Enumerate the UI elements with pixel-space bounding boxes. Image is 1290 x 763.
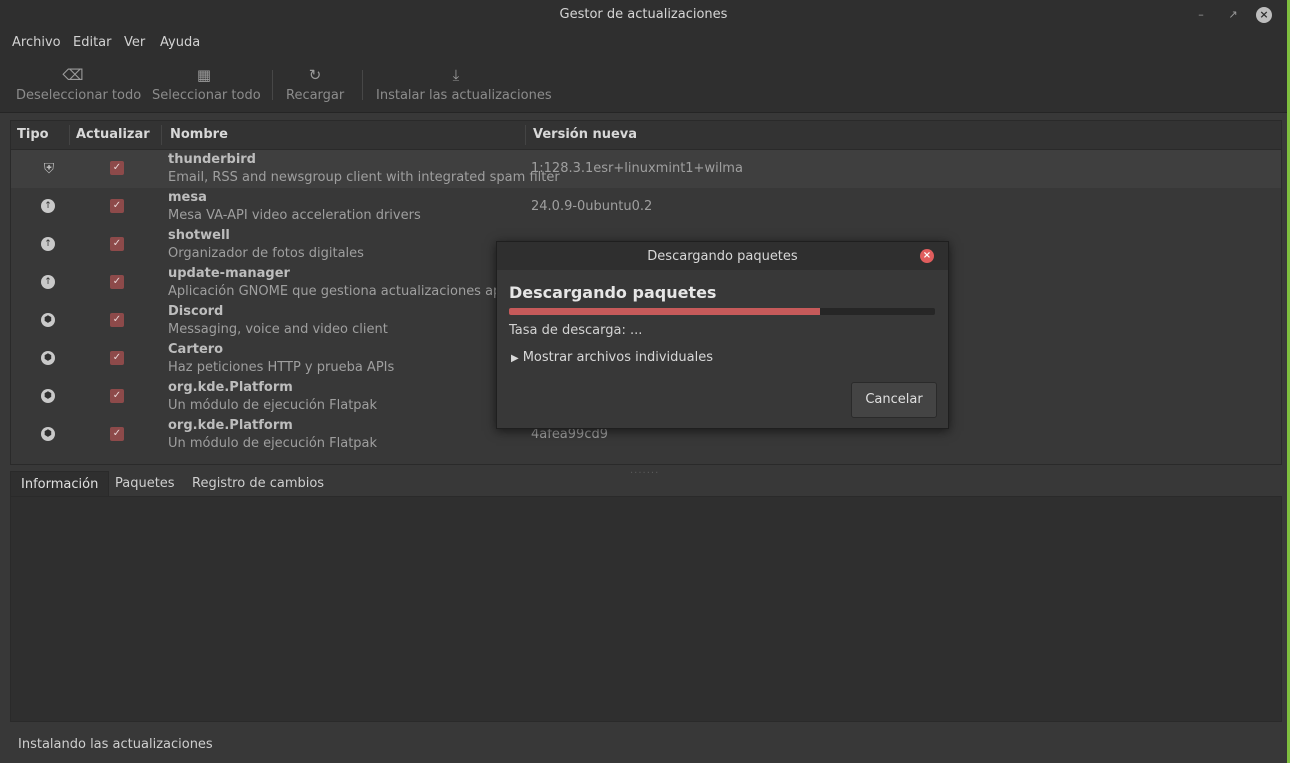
arrow-up-icon: ↑ xyxy=(41,275,55,289)
package-version: 4afea99cd9 xyxy=(531,427,608,442)
column-tipo[interactable]: Tipo xyxy=(17,127,49,142)
update-checkbox[interactable]: ✓ xyxy=(110,313,124,327)
column-divider xyxy=(525,125,526,145)
table-header: Tipo Actualizar Nombre Versión nueva xyxy=(11,121,1281,150)
tab-paquetes[interactable]: Paquetes xyxy=(105,471,185,496)
expander-label: Mostrar archivos individuales xyxy=(522,350,713,365)
show-files-expander[interactable]: ▶ Mostrar archivos individuales xyxy=(511,350,713,365)
update-checkbox[interactable]: ✓ xyxy=(110,199,124,213)
dialog-title-bar: Descargando paquetes × xyxy=(497,242,948,270)
column-nombre[interactable]: Nombre xyxy=(170,127,228,142)
package-name: Discord xyxy=(168,304,224,319)
title-bar: Gestor de actualizaciones – ↗ × xyxy=(0,0,1287,30)
update-checkbox[interactable]: ✓ xyxy=(110,161,124,175)
dialog-heading: Descargando paquetes xyxy=(509,283,717,302)
package-description: Aplicación GNOME que gestiona actualizac… xyxy=(168,284,507,299)
package-description: Organizador de fotos digitales xyxy=(168,246,364,261)
window-title: Gestor de actualizaciones xyxy=(559,7,728,22)
clear-icon: ⌫ xyxy=(62,66,84,84)
package-icon: ⬢ xyxy=(41,313,55,327)
update-checkbox[interactable]: ✓ xyxy=(110,275,124,289)
menu-bar: Archivo Editar Ver Ayuda xyxy=(0,30,1287,56)
expander-arrow-icon: ▶ xyxy=(511,353,519,364)
menu-archivo[interactable]: Archivo xyxy=(12,35,61,50)
deselect-all-button[interactable]: ⌫ Deseleccionar todo xyxy=(16,56,142,112)
package-description: Messaging, voice and video client xyxy=(168,322,388,337)
download-rate: Tasa de descarga: ... xyxy=(509,323,643,338)
package-icon: ⬢ xyxy=(41,351,55,365)
download-icon: ⤓ xyxy=(452,66,460,84)
download-progress-fill xyxy=(509,308,820,315)
download-dialog: Descargando paquetes × Descargando paque… xyxy=(496,241,949,429)
package-description: Haz peticiones HTTP y prueba APIs xyxy=(168,360,395,375)
maximize-icon[interactable]: ↗ xyxy=(1224,6,1242,24)
column-actualizar[interactable]: Actualizar xyxy=(76,127,150,142)
update-checkbox[interactable]: ✓ xyxy=(110,237,124,251)
cancel-button[interactable]: Cancelar xyxy=(851,382,937,418)
package-description: Mesa VA-API video acceleration drivers xyxy=(168,208,421,223)
package-version: 24.0.9-0ubuntu0.2 xyxy=(531,199,653,214)
package-description: Un módulo de ejecución Flatpak xyxy=(168,398,378,413)
minimize-icon[interactable]: – xyxy=(1192,6,1210,24)
package-name: org.kde.Platform xyxy=(168,380,293,395)
package-icon: ⬢ xyxy=(41,389,55,403)
column-version[interactable]: Versión nueva xyxy=(533,127,637,142)
select-all-button[interactable]: ▦ Seleccionar todo xyxy=(152,56,261,112)
menu-ayuda[interactable]: Ayuda xyxy=(160,35,200,50)
dialog-close-icon[interactable]: × xyxy=(920,249,934,263)
reload-label: Recargar xyxy=(286,88,345,103)
shield-icon: ⛨ xyxy=(43,161,55,177)
update-checkbox[interactable]: ✓ xyxy=(110,351,124,365)
menu-editar[interactable]: Editar xyxy=(73,35,112,50)
reload-button[interactable]: ↻ Recargar xyxy=(286,56,344,112)
dialog-title: Descargando paquetes xyxy=(647,249,798,264)
package-description: Email, RSS and newsgroup client with int… xyxy=(168,170,560,185)
update-checkbox[interactable]: ✓ xyxy=(110,427,124,441)
pane-resize-handle[interactable]: ....... xyxy=(630,465,659,476)
table-row[interactable]: ⛨ ✓ thunderbird Email, RSS and newsgroup cl… xyxy=(11,150,1281,188)
package-version: 1:128.3.1esr+linuxmint1+wilma xyxy=(531,161,743,176)
toolbar-separator xyxy=(272,70,273,100)
package-icon: ⬢ xyxy=(41,427,55,441)
arrow-up-icon: ↑ xyxy=(41,237,55,251)
package-name: update-manager xyxy=(168,266,290,281)
package-name: shotwell xyxy=(168,228,230,243)
package-name: thunderbird xyxy=(168,152,256,167)
close-icon[interactable]: × xyxy=(1256,7,1272,23)
download-progress-bar xyxy=(509,308,935,315)
install-updates-button[interactable]: ⤓ Instalar las actualizaciones xyxy=(376,56,552,112)
arrow-up-icon: ↑ xyxy=(41,199,55,213)
tab-informacion[interactable]: Información xyxy=(10,471,110,497)
select-all-icon: ▦ xyxy=(196,66,212,84)
toolbar: ⌫ Deseleccionar todo ▦ Seleccionar todo … xyxy=(0,56,1287,113)
toolbar-separator xyxy=(362,70,363,100)
package-name: mesa xyxy=(168,190,207,205)
tab-registro-de-cambios[interactable]: Registro de cambios xyxy=(182,471,334,496)
install-updates-label: Instalar las actualizaciones xyxy=(376,88,552,103)
menu-ver[interactable]: Ver xyxy=(124,35,145,50)
reload-icon: ↻ xyxy=(308,66,322,84)
column-divider xyxy=(69,125,70,145)
tab-panel xyxy=(10,496,1282,722)
deselect-all-label: Deseleccionar todo xyxy=(16,88,142,103)
table-row[interactable]: ↑ ✓ mesa Mesa VA-API video acceleration dri… xyxy=(11,188,1281,226)
package-name: Cartero xyxy=(168,342,224,357)
status-text: Instalando las actualizaciones xyxy=(18,737,213,752)
select-all-label: Seleccionar todo xyxy=(152,88,261,103)
main-window: Gestor de actualizaciones – ↗ × Archivo … xyxy=(0,0,1287,763)
package-name: org.kde.Platform xyxy=(168,418,293,433)
column-divider xyxy=(161,125,162,145)
package-description: Un módulo de ejecución Flatpak xyxy=(168,436,378,451)
update-checkbox[interactable]: ✓ xyxy=(110,389,124,403)
